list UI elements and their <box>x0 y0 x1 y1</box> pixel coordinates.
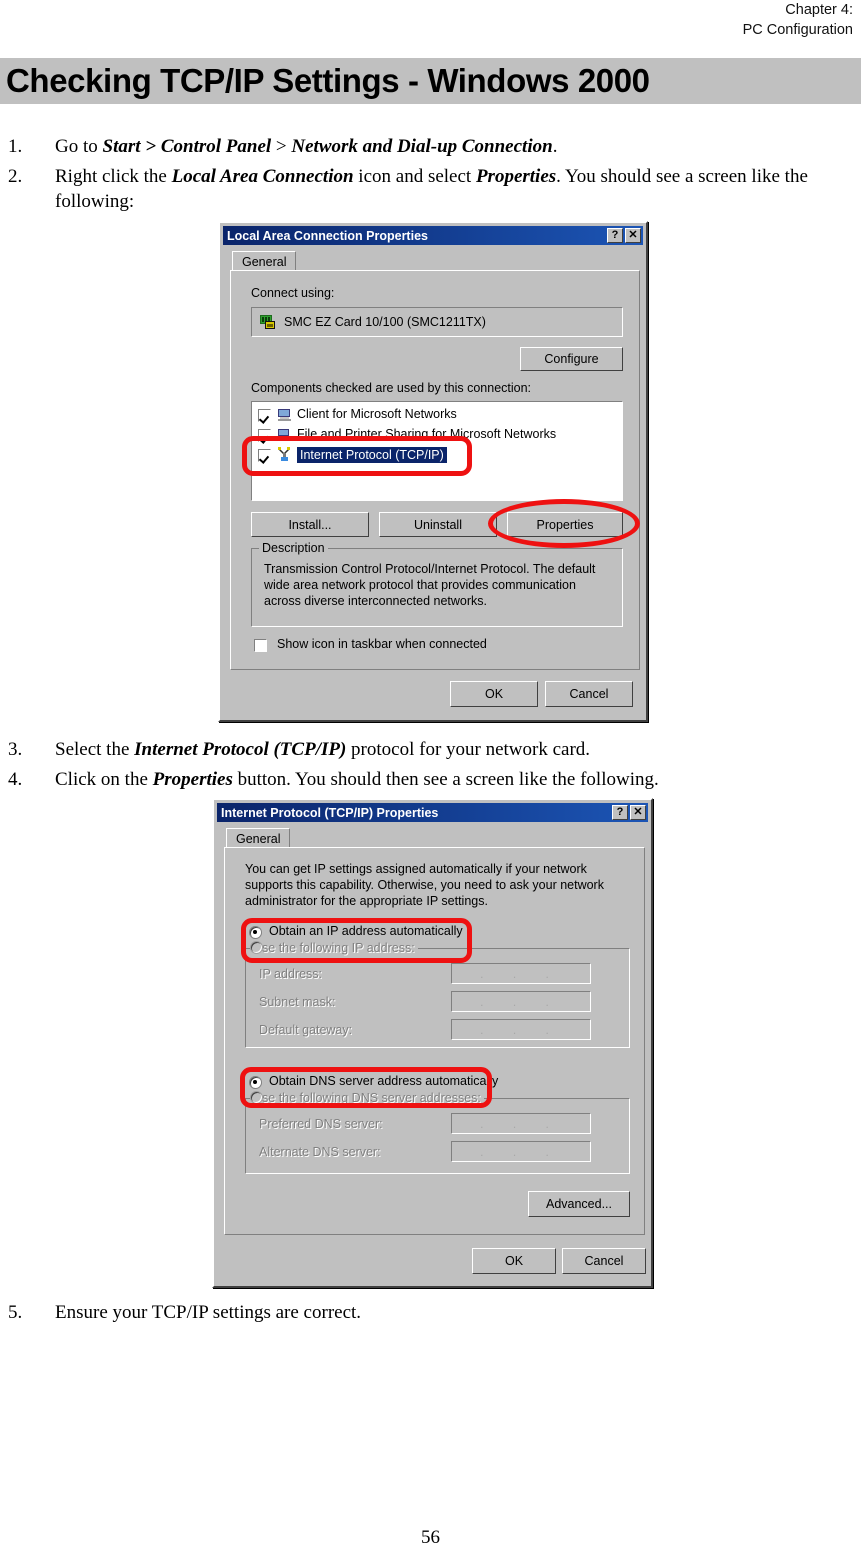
file-printer-icon <box>278 429 291 441</box>
close-icon[interactable]: ✕ <box>630 805 646 820</box>
radio-obtain-ip-automatically-label: Obtain an IP address automatically <box>269 924 463 938</box>
tab-general[interactable]: General <box>232 251 297 272</box>
dialog2-title: Internet Protocol (TCP/IP) Properties <box>221 805 439 820</box>
component-label-client: Client for Microsoft Networks <box>297 407 457 421</box>
component-checkbox-internet-protocol[interactable] <box>258 449 271 462</box>
cancel-button[interactable]: Cancel <box>545 681 633 707</box>
step-5-number: 5. <box>8 1302 23 1323</box>
dialog1-title: Local Area Connection Properties <box>227 228 428 243</box>
intro-text: You can get IP settings assigned automat… <box>245 862 604 908</box>
help-icon[interactable]: ? <box>607 228 623 243</box>
computer-icon <box>278 409 291 421</box>
install-button[interactable]: Install... <box>251 512 369 537</box>
ip-address-label: IP address: <box>259 967 323 981</box>
page-title-band: Checking TCP/IP Settings - Windows 2000 <box>0 58 861 104</box>
step-5: 5. Ensure your TCP/IP settings are corre… <box>8 1300 853 1325</box>
adapter-name: SMC EZ Card 10/100 (SMC1211TX) <box>284 315 486 329</box>
step-2-text: Right click the Local Area Connection ic… <box>55 166 808 212</box>
default-gateway-input[interactable]: . . . <box>451 1019 591 1040</box>
adapter-field: SMC EZ Card 10/100 (SMC1211TX) <box>251 307 623 337</box>
component-checkbox-file-printer-sharing[interactable] <box>258 429 271 442</box>
radio-use-following-dns[interactable] <box>250 1091 263 1104</box>
local-area-connection-properties-dialog[interactable]: Local Area Connection Properties ? ✕ Gen… <box>218 221 648 722</box>
preferred-dns-label: Preferred DNS server: <box>259 1117 383 1131</box>
cancel-button[interactable]: Cancel <box>562 1248 646 1274</box>
step-1-number: 1. <box>8 136 23 157</box>
network-adapter-icon <box>260 315 275 329</box>
step-4-text: Click on the Properties button. You shou… <box>55 769 659 790</box>
subnet-mask-label: Subnet mask: <box>259 995 336 1009</box>
page-title: Checking TCP/IP Settings - Windows 2000 <box>6 62 650 99</box>
radio-use-following-ip[interactable] <box>250 941 263 954</box>
header-section: PC Configuration <box>742 22 853 38</box>
configure-button[interactable]: Configure <box>520 347 623 371</box>
properties-button[interactable]: Properties <box>507 512 623 537</box>
dialog2-titlebar[interactable]: Internet Protocol (TCP/IP) Properties ? … <box>217 803 648 822</box>
component-label-internet-protocol[interactable]: Internet Protocol (TCP/IP) <box>297 447 447 463</box>
step-1-text: Go to Start > Control Panel > Network an… <box>55 136 558 157</box>
radio-obtain-dns-automatically-label: Obtain DNS server address automatically <box>269 1074 499 1088</box>
show-icon-checkbox[interactable] <box>254 639 267 652</box>
step-4: 4. Click on the Properties button. You s… <box>8 767 853 792</box>
radio-obtain-ip-automatically[interactable] <box>249 926 262 939</box>
step-2-number: 2. <box>8 166 23 187</box>
advanced-button[interactable]: Advanced... <box>528 1191 630 1217</box>
description-group: Description Transmission Control Protoco… <box>251 541 623 627</box>
ok-button[interactable]: OK <box>450 681 538 707</box>
dialog2-tab-strip[interactable]: General <box>226 828 291 849</box>
help-icon[interactable]: ? <box>612 805 628 820</box>
protocol-icon <box>278 447 290 461</box>
alternate-dns-label: Alternate DNS server: <box>259 1145 381 1159</box>
dialog1-tab-page: Connect using: SMC EZ Card 10/100 (SMC12… <box>230 270 640 670</box>
ok-button[interactable]: OK <box>472 1248 556 1274</box>
components-list[interactable]: Client for Microsoft Networks File and P… <box>251 401 623 501</box>
header-chapter: Chapter 4: <box>785 2 853 18</box>
page-number: 56 <box>421 1527 440 1548</box>
subnet-mask-input[interactable]: . . . <box>451 991 591 1012</box>
uninstall-button[interactable]: Uninstall <box>379 512 497 537</box>
radio-obtain-dns-automatically[interactable] <box>249 1076 262 1089</box>
dialog1-tab-strip[interactable]: General <box>232 251 297 272</box>
connect-using-label: Connect using: <box>251 286 335 300</box>
component-checkbox-client[interactable] <box>258 409 271 422</box>
radio-use-following-dns-label: Use the following DNS server addresses: <box>250 1091 484 1105</box>
dialog1-titlebar[interactable]: Local Area Connection Properties ? ✕ <box>223 226 643 245</box>
show-icon-label: Show icon in taskbar when connected <box>277 637 487 651</box>
manual-dns-group: Use the following DNS server addresses: … <box>245 1091 630 1174</box>
manual-ip-group: Use the following IP address: IP address… <box>245 941 630 1048</box>
close-icon[interactable]: ✕ <box>625 228 641 243</box>
components-label: Components checked are used by this conn… <box>251 381 532 395</box>
radio-use-following-ip-label: Use the following IP address: <box>250 941 418 955</box>
description-group-title: Description <box>259 541 328 555</box>
component-label-file-printer-sharing: File and Printer Sharing for Microsoft N… <box>297 427 557 441</box>
description-text: Transmission Control Protocol/Internet P… <box>264 562 596 608</box>
step-1: 1. Go to Start > Control Panel > Network… <box>8 134 853 159</box>
alternate-dns-input[interactable]: . . . <box>451 1141 591 1162</box>
internet-protocol-properties-dialog[interactable]: Internet Protocol (TCP/IP) Properties ? … <box>212 798 653 1288</box>
step-3-number: 3. <box>8 739 23 760</box>
step-2: 2. Right click the Local Area Connection… <box>8 164 853 214</box>
ip-address-input[interactable]: . . . <box>451 963 591 984</box>
dialog2-tab-page: You can get IP settings assigned automat… <box>224 847 645 1235</box>
step-5-text: Ensure your TCP/IP settings are correct. <box>55 1302 362 1323</box>
preferred-dns-input[interactable]: . . . <box>451 1113 591 1134</box>
tab-general[interactable]: General <box>226 828 291 849</box>
page-header: Chapter 4: PC Configuration <box>353 0 853 40</box>
step-3-text: Select the Internet Protocol (TCP/IP) pr… <box>55 739 591 760</box>
step-3: 3. Select the Internet Protocol (TCP/IP)… <box>8 737 853 762</box>
default-gateway-label: Default gateway: <box>259 1023 353 1037</box>
step-4-number: 4. <box>8 769 23 790</box>
